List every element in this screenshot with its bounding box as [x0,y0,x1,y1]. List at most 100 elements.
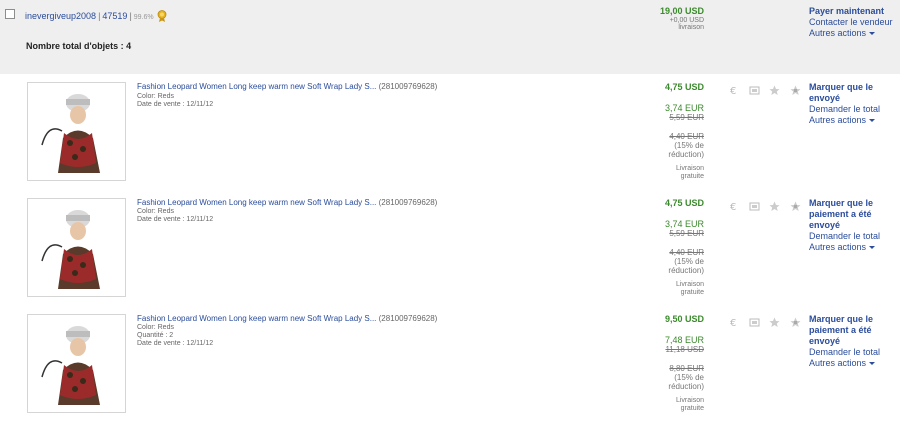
item-status-icons: € [728,315,804,329]
award-icon[interactable] [790,199,801,211]
item-title-link[interactable]: Fashion Leopard Women Long keep warm new… [137,314,437,323]
separator: | [129,11,132,21]
item-title-link[interactable]: Fashion Leopard Women Long keep warm new… [137,82,437,91]
mark-paid-line2: paiement a été [809,209,872,219]
item-thumbnail[interactable] [27,314,126,413]
item-status-icons: € [728,199,804,213]
price-usd: 4,75 USD [664,198,704,208]
mark-paid-link[interactable]: Marquer que le paiement a été envoyé [809,314,880,347]
reduction-line2: réduction) [668,266,704,275]
medal-icon [157,10,167,22]
item-actions: Marquer que le paiement a été envoyé Dem… [809,198,880,253]
original-price: 5,59 EUR [669,113,704,122]
item-meta: Color: Reds Date de vente : 12/11/12 [137,208,213,224]
reduction-line1: (15% de [674,141,704,150]
separator: | [98,11,101,21]
original-shipping: 8,80 EUR [669,364,704,373]
message-icon[interactable] [749,199,760,211]
item-sale-date: Date de vente : 12/11/12 [137,101,214,108]
mark-paid-line3: envoyé [809,93,841,103]
free-shipping-line2: gratuite [680,289,704,296]
seller-name-link[interactable]: inevergiveup2008 [25,11,96,21]
item-thumbnail[interactable] [27,198,126,297]
other-actions-dropdown[interactable]: Autres actions [809,28,893,39]
message-icon[interactable] [749,315,760,327]
order-total-price: 19,00 USD [659,6,704,16]
order-shipping-price: +0,00 USD [669,17,704,24]
seller-info: inevergiveup2008 | 47519 | 99.6% [25,7,167,22]
reduction-line1: (15% de [674,257,704,266]
price-eur: 3,74 EUR [664,103,704,113]
item-number: (281009769628) [378,198,438,207]
star-icon[interactable] [769,315,780,327]
item-actions: Marquer que le paiement a été envoyé Dem… [809,314,880,369]
contact-seller-link[interactable]: Contacter le vendeur [809,17,893,28]
star-icon[interactable] [769,83,780,95]
caret-down-icon [869,246,876,249]
euro-icon[interactable]: € [728,315,739,329]
seller-header: inevergiveup2008 | 47519 | 99.6% Nombre tota… [0,0,900,74]
order-actions: Payer maintenant Contacter le vendeur Au… [809,6,893,39]
request-total-link[interactable]: Demander le total [809,347,880,358]
award-icon[interactable] [790,83,801,95]
svg-text:€: € [730,202,736,212]
item-title: Fashion Leopard Women Long keep warm new… [137,82,377,91]
item-thumbnail[interactable] [27,82,126,181]
item-quantity: Quantité : 2 [137,332,174,339]
price-usd: 4,75 USD [664,82,704,92]
feedback-percent: 99.6% [133,14,154,21]
item-meta: Color: Reds Quantité : 2 Date de vente :… [137,324,213,348]
item-color: Color: Reds [137,208,174,215]
order-shipping-label: livraison [678,24,704,31]
original-price: 11,18 USD [665,345,704,354]
reduction-line2: réduction) [668,150,704,159]
other-actions-dropdown[interactable]: Autres actions [809,242,880,253]
request-total-link[interactable]: Demander le total [809,231,880,242]
other-actions-label: Autres actions [809,28,867,38]
mark-paid-line3: envoyé [809,336,841,346]
original-price: 5,59 EUR [669,229,704,238]
order-price: 19,00 USD +0,00 USD livraison [660,6,704,31]
message-icon[interactable] [749,83,760,95]
request-total-link[interactable]: Demander le total [809,104,880,115]
mark-paid-link[interactable]: Marquer que le paiement a été envoyé [809,198,880,231]
item-actions: Marquer que le envoyé Demander le total … [809,82,880,126]
star-icon[interactable] [769,199,780,211]
euro-icon[interactable]: € [728,83,739,97]
item-sale-date: Date de vente : 12/11/12 [137,340,214,347]
other-actions-label: Autres actions [809,358,867,368]
total-items-label: Nombre total d'objets : 4 [26,41,132,51]
reduction-line1: (15% de [674,373,704,382]
item-color: Color: Reds [137,324,174,331]
item-sale-date: Date de vente : 12/11/12 [137,216,214,223]
feedback-score-link[interactable]: 47519 [102,11,127,21]
award-icon[interactable] [790,315,801,327]
mark-paid-line3: envoyé [809,220,841,230]
mark-paid-link[interactable]: Marquer que le envoyé [809,82,880,104]
item-title: Fashion Leopard Women Long keep warm new… [137,198,377,207]
mark-paid-line1: Marquer que le [809,82,874,92]
free-shipping-line1: Livraison [675,165,704,172]
other-actions-dropdown[interactable]: Autres actions [809,115,880,126]
original-shipping: 4,40 EUR [669,248,704,257]
price-eur: 7,48 EUR [664,335,704,345]
reduction-line2: réduction) [668,382,704,391]
free-shipping-line2: gratuite [680,173,704,180]
pay-now-link[interactable]: Payer maintenant [809,6,893,17]
free-shipping-line2: gratuite [680,405,704,412]
item-number: (281009769628) [378,82,438,91]
select-checkbox[interactable] [5,9,15,19]
other-actions-label: Autres actions [809,242,867,252]
item-status-icons: € [728,83,804,97]
item-title-link[interactable]: Fashion Leopard Women Long keep warm new… [137,198,437,207]
item-meta: Color: Reds Date de vente : 12/11/12 [137,93,213,109]
euro-icon[interactable]: € [728,199,739,213]
price-usd: 9,50 USD [664,314,704,324]
other-actions-dropdown[interactable]: Autres actions [809,358,880,369]
mark-paid-line1: Marquer que le [809,198,874,208]
free-shipping-line1: Livraison [675,281,704,288]
item-title: Fashion Leopard Women Long keep warm new… [137,314,377,323]
item-price: 4,75 USD 3,74 EUR 5,59 EUR 4,40 EUR (15%… [665,198,704,297]
caret-down-icon [869,32,876,35]
item-price: 4,75 USD 3,74 EUR 5,59 EUR 4,40 EUR (15%… [665,82,704,181]
